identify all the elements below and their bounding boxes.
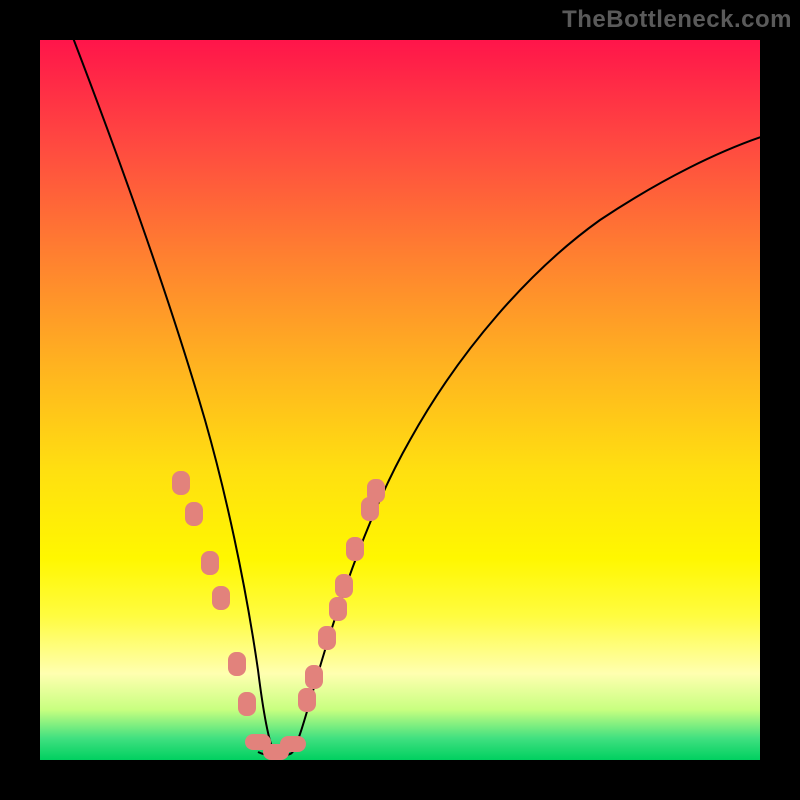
curve-right — [292, 134, 760, 753]
watermark-text: TheBottleneck.com — [562, 6, 792, 34]
marker-left-4 — [228, 652, 246, 676]
marker-right-7 — [367, 479, 385, 503]
marker-left-3 — [212, 586, 230, 610]
marker-bottom-2 — [280, 736, 306, 752]
marker-left-2 — [201, 551, 219, 575]
marker-right-2 — [318, 626, 336, 650]
curve-left — [70, 40, 274, 752]
plot-area — [40, 40, 760, 760]
marker-right-3 — [329, 597, 347, 621]
bottleneck-curve — [40, 40, 760, 760]
marker-right-1 — [305, 665, 323, 689]
marker-right-4 — [335, 574, 353, 598]
marker-left-1 — [185, 502, 203, 526]
marker-right-0 — [298, 688, 316, 712]
chart-container: TheBottleneck.com — [0, 0, 800, 800]
marker-left-5 — [238, 692, 256, 716]
marker-right-5 — [346, 537, 364, 561]
marker-left-0 — [172, 471, 190, 495]
